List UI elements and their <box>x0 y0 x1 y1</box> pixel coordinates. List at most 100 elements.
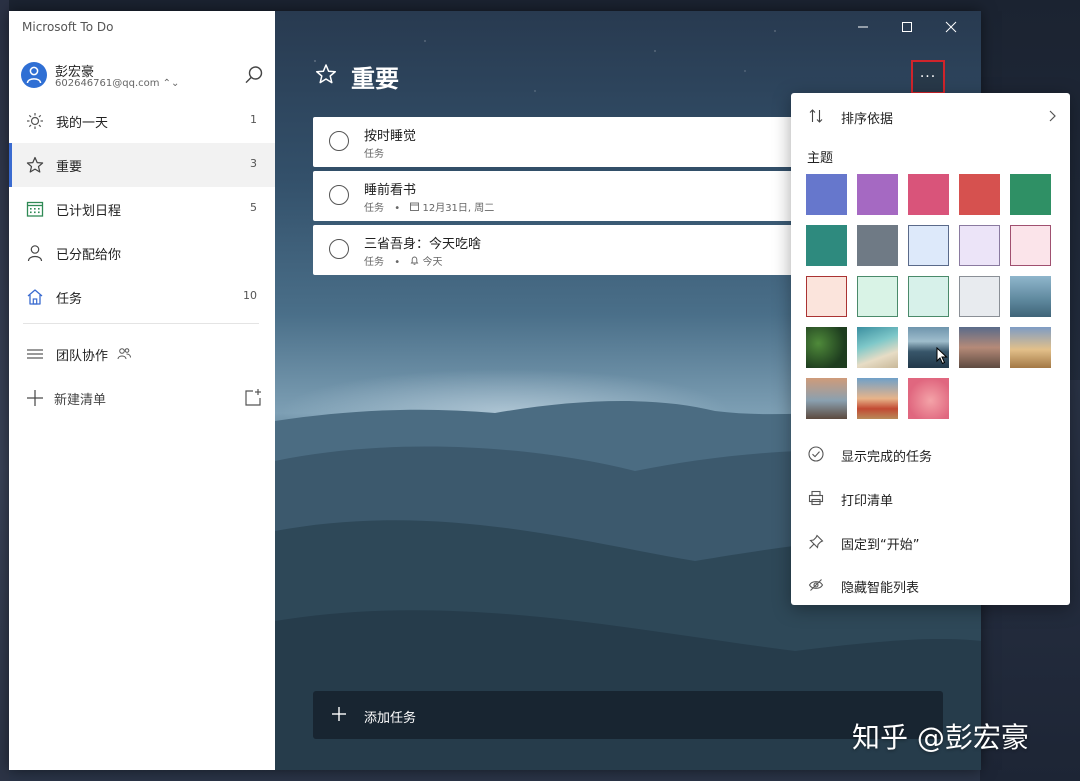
sidebar-group-label: 团队协作 <box>56 349 109 364</box>
sidebar-item-count: 10 <box>243 289 257 302</box>
sidebar-item-important[interactable]: 重要 3 <box>9 143 275 187</box>
task-title: 睡前看书 <box>364 183 417 198</box>
list-options-menu: 排序依据 主题 显示完成的任务 打印清单 固定到“开始” 隐藏智能列表 <box>791 93 1070 605</box>
menu-item-label: 固定到“开始” <box>841 538 920 553</box>
theme-swatch-photo-dunes[interactable] <box>1010 327 1051 368</box>
avatar <box>21 62 47 88</box>
list-group-icon <box>27 349 43 359</box>
minimize-icon <box>858 26 868 28</box>
sidebar-item-my-day[interactable]: 我的一天 1 <box>9 99 275 143</box>
star-icon <box>315 64 337 84</box>
task-title: 按时睡觉 <box>364 129 417 144</box>
theme-swatch-photo-leaves[interactable] <box>806 327 847 368</box>
theme-swatch-light-mint[interactable] <box>857 276 898 317</box>
theme-swatch-purple[interactable] <box>857 174 898 215</box>
menu-item-show-completed[interactable]: 显示完成的任务 <box>791 436 1070 472</box>
new-list-label: 新建清单 <box>54 393 107 408</box>
task-item[interactable]: 三省吾身：今天吃啥 任务 • 今天 <box>313 225 833 275</box>
task-list: 按时睡觉 任务 睡前看书 任务 • 12月31日, 周二 三省吾身：今天吃啥 任… <box>313 117 833 279</box>
printer-icon <box>808 490 824 506</box>
calendar-icon <box>26 201 44 217</box>
sun-icon <box>27 113 43 129</box>
person-icon <box>27 245 43 262</box>
menu-item-label: 隐藏智能列表 <box>841 581 920 596</box>
theme-swatch-photo-tower[interactable] <box>1010 276 1051 317</box>
add-task-label: 添加任务 <box>364 711 417 726</box>
theme-section-label: 主题 <box>807 151 834 166</box>
sidebar-group-team[interactable]: 团队协作 <box>9 332 275 376</box>
theme-swatch-photo-flower[interactable] <box>857 378 898 419</box>
theme-swatch-light-peach[interactable] <box>806 276 847 317</box>
close-icon <box>945 21 957 33</box>
menu-item-print[interactable]: 打印清单 <box>791 480 1070 516</box>
page-title: 重要 <box>351 65 399 93</box>
theme-swatch-light-pink[interactable] <box>1010 225 1051 266</box>
task-complete-checkbox[interactable] <box>329 239 349 259</box>
sidebar-item-assigned[interactable]: 已分配给你 <box>9 231 275 275</box>
window-controls <box>841 11 981 43</box>
menu-item-label: 排序依据 <box>841 112 894 127</box>
star-icon <box>26 156 44 173</box>
theme-swatch-red[interactable] <box>959 174 1000 215</box>
task-list-name: 任务 <box>364 257 384 268</box>
task-meta: 任务 <box>364 145 384 160</box>
pin-icon <box>809 534 824 549</box>
maximize-icon <box>902 22 912 32</box>
search-button[interactable] <box>243 64 265 86</box>
task-item[interactable]: 按时睡觉 任务 <box>313 117 833 167</box>
theme-swatch-light-aqua[interactable] <box>908 276 949 317</box>
new-group-button[interactable] <box>243 388 263 408</box>
menu-item-pin-start[interactable]: 固定到“开始” <box>791 524 1070 560</box>
home-icon <box>27 289 43 305</box>
person-icon <box>26 66 42 84</box>
mouse-cursor-icon <box>936 347 948 365</box>
theme-swatch-light-blue[interactable] <box>908 225 949 266</box>
sidebar-item-count: 5 <box>250 201 257 214</box>
chevron-right-icon <box>1049 110 1056 122</box>
task-meta: 任务 • 今天 <box>364 253 442 268</box>
more-icon: ··· <box>919 69 937 85</box>
more-options-button[interactable]: ··· <box>911 60 945 94</box>
close-button[interactable] <box>929 11 973 43</box>
maximize-button[interactable] <box>885 11 929 43</box>
check-circle-icon <box>808 446 824 462</box>
task-meta: 任务 • 12月31日, 周二 <box>364 199 494 214</box>
task-item[interactable]: 睡前看书 任务 • 12月31日, 周二 <box>313 171 833 221</box>
theme-swatch-slate[interactable] <box>857 225 898 266</box>
menu-item-sort[interactable]: 排序依据 <box>791 98 1070 134</box>
sidebar-item-label: 任务 <box>56 292 83 307</box>
meta-separator: • <box>394 257 401 268</box>
search-icon <box>245 66 263 84</box>
theme-swatch-rose[interactable] <box>908 174 949 215</box>
sidebar-item-count: 3 <box>250 157 257 170</box>
theme-swatch-teal[interactable] <box>806 225 847 266</box>
desktop-background-left <box>0 0 9 781</box>
menu-item-hide-smart-lists[interactable]: 隐藏智能列表 <box>791 567 1070 603</box>
theme-swatch-photo-pink[interactable] <box>908 378 949 419</box>
task-complete-checkbox[interactable] <box>329 185 349 205</box>
theme-swatch-photo-palm[interactable] <box>959 327 1000 368</box>
smart-lists: 我的一天 1 重要 3 已计划日程 5 已分配给你 任务 10 <box>9 99 275 319</box>
sidebar-item-planned[interactable]: 已计划日程 5 <box>9 187 275 231</box>
new-list-button[interactable]: 新建清单 <box>9 376 275 420</box>
theme-swatch-blue[interactable] <box>806 174 847 215</box>
app-title: Microsoft To Do <box>22 20 114 34</box>
add-task-input[interactable]: 添加任务 <box>313 691 943 739</box>
calendar-icon <box>410 202 420 211</box>
task-title: 三省吾身：今天吃啥 <box>364 237 482 252</box>
sort-icon <box>809 109 823 123</box>
theme-swatch-light-gray[interactable] <box>959 276 1000 317</box>
theme-swatch-light-purple[interactable] <box>959 225 1000 266</box>
plus-icon <box>332 707 346 721</box>
theme-swatch-photo-beach[interactable] <box>857 327 898 368</box>
minimize-button[interactable] <box>841 11 885 43</box>
task-complete-checkbox[interactable] <box>329 131 349 151</box>
account-switcher[interactable]: 彭宏豪 602646761@qq.com ⌃⌄ <box>21 61 265 95</box>
theme-swatch-green[interactable] <box>1010 174 1051 215</box>
theme-swatch-photo-lighthouse[interactable] <box>806 378 847 419</box>
sidebar-item-label: 我的一天 <box>56 116 109 131</box>
sidebar-item-tasks[interactable]: 任务 10 <box>9 275 275 319</box>
task-list-name: 任务 <box>364 149 384 160</box>
shared-people-icon <box>117 348 131 360</box>
sidebar: Microsoft To Do 彭宏豪 602646761@qq.com ⌃⌄ <box>9 11 275 770</box>
